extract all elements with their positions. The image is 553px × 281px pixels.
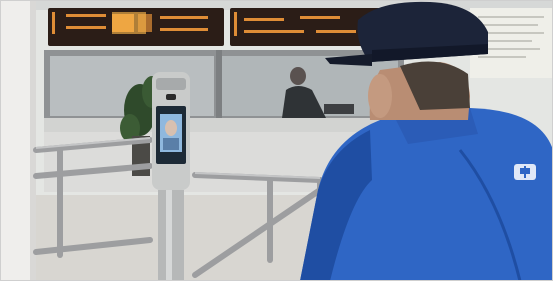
terminal-top-cap: [156, 78, 186, 90]
terminal-camera: [166, 94, 176, 100]
window-mullion: [216, 50, 222, 122]
worker-ear: [368, 74, 392, 118]
led-glow-characters: [112, 12, 146, 34]
led-sign: [48, 8, 380, 46]
screen-face: [165, 120, 177, 136]
photo-scene: [0, 0, 553, 281]
left-pillar-edge: [30, 0, 36, 281]
screen-shoulders: [163, 138, 179, 150]
jacket-logo: [514, 164, 536, 180]
photo-illustration: [0, 0, 553, 281]
led-panel-right: [230, 8, 380, 46]
counter-ledge: [44, 118, 404, 132]
terminal-pole-highlight: [166, 190, 172, 281]
